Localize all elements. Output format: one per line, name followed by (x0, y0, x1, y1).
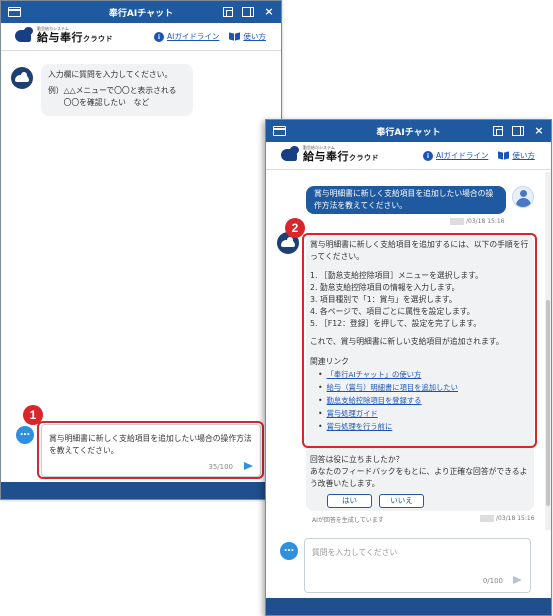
feedback-yes-button[interactable]: はい (327, 494, 372, 508)
user-message: 賞与明細書に新しく支給項目を追加したい場合の操作方法を教えてください。 (306, 186, 506, 214)
feedback-no-button[interactable]: いいえ (379, 494, 424, 508)
chat-window-answer: 奉行AIチャット × 勤怠給与システム 給与奉行クラウド i AIガイドライン 使… (265, 119, 552, 616)
product-logo: 勤怠給与システム 給与奉行クラウド (15, 26, 113, 46)
brand-bar: 勤怠給与システム 給与奉行クラウド i AIガイドライン 使い方 (266, 142, 551, 170)
scrollbar-thumb[interactable] (546, 300, 550, 506)
scrollbar[interactable] (545, 172, 551, 530)
info-icon: i (154, 31, 164, 42)
title-bar: 奉行AIチャット × (1, 1, 281, 23)
send-icon[interactable] (513, 576, 522, 584)
chat-window-initial: 奉行AIチャット × 勤怠給与システム 給与奉行クラウド i AIガイドライン 使… (0, 0, 282, 500)
sidebar-icon[interactable] (242, 7, 254, 17)
ai-guideline-link[interactable]: i AIガイドライン (154, 31, 219, 42)
brand-bar: 勤怠給与システム 給与奉行クラウド i AIガイドライン 使い方 (1, 23, 281, 51)
logo-cloud-icon (281, 146, 299, 161)
callout-frame-1 (37, 421, 264, 479)
book-icon (498, 151, 509, 160)
ai-generating-note: AIが回答を生成しています (312, 517, 384, 524)
footer-bar (1, 482, 281, 499)
step-badge-1: 1 (23, 405, 43, 425)
bot-timestamp: /03/18 15:16 (480, 515, 535, 522)
chat-bubble-icon (280, 542, 298, 560)
step-badge-2: 2 (285, 218, 305, 238)
question-input[interactable]: 質問を入力してください 0/100 (304, 538, 531, 593)
app-window-icon (8, 7, 21, 17)
question-input-placeholder[interactable]: 質問を入力してください (312, 547, 522, 559)
info-icon: i (423, 150, 433, 161)
book-icon (229, 32, 240, 41)
window-title: 奉行AIチャット (108, 8, 174, 19)
product-logo: 勤怠給与システム 給与奉行クラウド (281, 145, 379, 165)
howto-link[interactable]: 使い方 (229, 31, 266, 42)
close-icon[interactable]: × (263, 6, 275, 18)
bot-avatar-icon (11, 67, 33, 89)
logo-title: 給与奉行クラウド (303, 150, 379, 163)
user-avatar-icon (512, 186, 534, 208)
example-line: △△メニューで〇〇と表示される (63, 86, 177, 95)
popout-icon[interactable] (493, 126, 503, 136)
ai-guideline-link[interactable]: i AIガイドライン (423, 150, 488, 161)
user-timestamp: /03/18 15:16 (450, 218, 505, 225)
window-title: 奉行AIチャット (376, 127, 441, 138)
example-label: 例） (48, 86, 64, 95)
welcome-message: 入力欄に質問を入力してください。 例） △△メニューで〇〇と表示される 〇〇を確… (41, 64, 193, 116)
footer-bar (266, 598, 551, 615)
feedback-note: あなたのフィードバックをもとに、より正確な回答ができるよう改善いたします。 (310, 467, 528, 488)
char-counter: 0/100 (482, 577, 503, 585)
close-icon[interactable]: × (533, 125, 545, 137)
howto-link[interactable]: 使い方 (498, 150, 535, 161)
title-bar: 奉行AIチャット × (266, 120, 551, 142)
feedback-panel: 回答は役に立ちましたか？ あなたのフィードバックをもとに、より正確な回答ができる… (306, 451, 534, 511)
callout-frame-2 (302, 233, 537, 448)
feedback-question: 回答は役に立ちましたか？ (310, 455, 404, 464)
logo-title: 給与奉行クラウド (37, 31, 113, 44)
example-line: 〇〇を確認したい など (63, 98, 150, 107)
app-window-icon (273, 126, 286, 136)
welcome-text: 入力欄に質問を入力してください。 (48, 70, 173, 79)
chat-bubble-icon (16, 426, 34, 444)
sidebar-icon[interactable] (512, 126, 524, 136)
logo-cloud-icon (15, 27, 33, 42)
popout-icon[interactable] (223, 7, 233, 17)
